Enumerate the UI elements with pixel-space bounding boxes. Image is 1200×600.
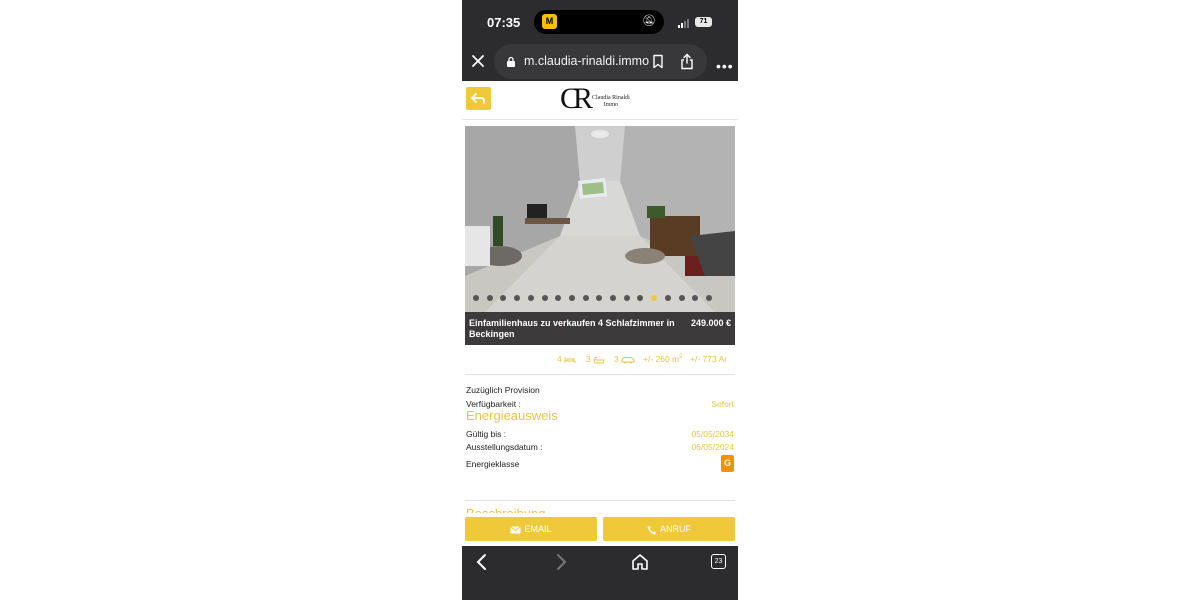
carousel-dot[interactable] (623, 295, 630, 301)
land-area-feature: +/- 773 Ar (690, 354, 728, 364)
bathrooms-feature: 3 (586, 354, 605, 364)
call-button[interactable]: ANRUF (603, 517, 735, 541)
energy-class-badge: G (721, 455, 734, 472)
url-text: m.claudia-rinaldi.immo (524, 54, 650, 68)
url-bar[interactable]: m.claudia-rinaldi.immo (494, 44, 707, 79)
listing-photo-carousel[interactable] (465, 126, 735, 312)
listing-title: Einfamilienhaus zu verkaufen 4 Schlafzim… (469, 318, 675, 339)
back-arrow-icon[interactable] (473, 553, 493, 571)
bathtub-icon (593, 356, 605, 364)
forward-arrow-icon[interactable] (551, 553, 571, 571)
features-row: 4 3 3 +/- 260 m2 +/- 773 Ar (462, 352, 738, 370)
mail-icon (510, 525, 522, 534)
bed-icon (564, 356, 576, 363)
carousel-dot[interactable] (527, 295, 534, 301)
carousel-dot[interactable] (500, 295, 507, 301)
bookmark-icon[interactable] (651, 54, 665, 69)
garages-feature: 3 (614, 354, 635, 364)
home-icon[interactable] (630, 553, 650, 571)
back-button[interactable] (466, 87, 491, 110)
signal-icon (678, 18, 692, 28)
carousel-dot[interactable] (514, 295, 521, 301)
contact-actions: EMAIL ANRUF (462, 513, 738, 546)
carousel-dot[interactable] (555, 295, 562, 301)
carousel-dot[interactable] (637, 295, 644, 301)
phone-icon (647, 525, 657, 535)
logo-initials: CR (560, 82, 593, 115)
living-area-feature: +/- 260 m2 (643, 354, 683, 364)
valid-until-value: 05/05/2034 (691, 429, 734, 439)
carousel-dot[interactable] (473, 295, 479, 301)
email-button[interactable]: EMAIL (465, 517, 597, 541)
carousel-dot[interactable] (596, 295, 603, 301)
energy-class-label: Energieklasse (466, 459, 520, 469)
car-icon (621, 356, 635, 364)
issue-date-value: 06/05/2024 (691, 442, 734, 452)
listing-price: 249.000 € (690, 318, 731, 328)
app-icon: M (542, 14, 557, 29)
carousel-dot[interactable] (692, 295, 699, 301)
carousel-dots (465, 295, 735, 303)
valid-until-label: Gültig bis : (466, 429, 507, 439)
carousel-dot[interactable] (678, 295, 685, 301)
share-icon[interactable] (679, 53, 695, 70)
bedrooms-feature: 4 (557, 354, 576, 364)
browser-top-bar: 07:35 M 🔕︎ 71 m.claudia-rinaldi.immo ••• (462, 0, 738, 81)
site-header: CR Claudia Rinaldi Immo (462, 81, 738, 120)
issue-date-label: Ausstellungsdatum : (466, 442, 543, 452)
dynamic-island: M 🔕︎ (534, 10, 664, 34)
status-time: 07:35 (487, 15, 521, 30)
tabs-count-icon[interactable]: 23 (711, 554, 726, 569)
listing-caption: Einfamilienhaus zu verkaufen 4 Schlafzim… (465, 312, 735, 345)
carousel-dot[interactable] (582, 295, 589, 301)
reply-arrow-icon (471, 93, 485, 104)
carousel-dot[interactable] (651, 295, 658, 301)
divider (465, 500, 735, 501)
close-icon[interactable] (470, 53, 486, 69)
site-logo[interactable]: CR Claudia Rinaldi Immo (560, 82, 640, 118)
divider (465, 374, 735, 375)
carousel-dot[interactable] (568, 295, 575, 301)
lock-icon (507, 56, 515, 67)
more-options-icon[interactable]: ••• (716, 58, 734, 74)
browser-bottom-bar: 23 (462, 546, 738, 600)
carousel-dot[interactable] (664, 295, 671, 301)
carousel-dot[interactable] (610, 295, 616, 301)
room-photo (465, 126, 735, 312)
carousel-dot[interactable] (486, 295, 493, 301)
phone-screen: 07:35 M 🔕︎ 71 m.claudia-rinaldi.immo •••… (462, 0, 738, 600)
battery-icon: 71 (695, 17, 712, 27)
provision-note: Zuzüglich Provision (466, 385, 540, 395)
energy-section-title: Energieausweis (466, 408, 558, 423)
carousel-dot[interactable] (705, 295, 712, 301)
logo-name: Claudia Rinaldi Immo (592, 95, 630, 108)
mute-icon: 🔕︎ (642, 15, 656, 27)
carousel-dot[interactable] (541, 295, 548, 301)
availability-value: Sofort (711, 399, 734, 409)
